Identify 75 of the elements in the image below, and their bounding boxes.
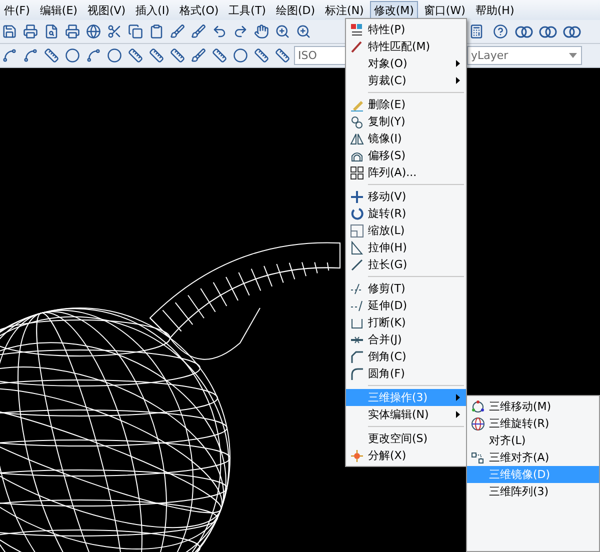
menu-item[interactable]: 复制(Y) [346, 113, 466, 130]
menu-item[interactable]: 打断(K) [346, 314, 466, 331]
circle-icon[interactable] [63, 46, 81, 64]
move-3d-icon [471, 400, 485, 414]
ruler-icon[interactable] [210, 46, 228, 64]
copy-icon[interactable] [126, 22, 144, 40]
menu-item[interactable]: 对象(O) [346, 55, 466, 72]
menu-item[interactable]: 圆角(F) [346, 365, 466, 382]
caret-icon [569, 53, 577, 58]
circle-icon[interactable] [231, 46, 249, 64]
stretch-icon [350, 240, 364, 254]
menu-bar-item[interactable]: 修改(M) [370, 0, 418, 20]
menu-item[interactable]: 拉长(G) [346, 256, 466, 273]
menu-item[interactable]: 实体编辑(N) [346, 406, 466, 423]
menu-item[interactable]: 对齐(L) [467, 432, 599, 449]
menu-item[interactable]: 延伸(D) [346, 297, 466, 314]
menu-item[interactable]: 特性(P) [346, 21, 466, 38]
menu-item[interactable]: 修剪(T) [346, 280, 466, 297]
menu-bar-item[interactable]: 工具(T) [224, 0, 270, 20]
properties-icon [350, 22, 364, 36]
scale-icon [350, 224, 364, 238]
rotate-icon [350, 206, 364, 220]
menu-bar-item[interactable]: 标注(N) [321, 0, 368, 20]
style-dropdown[interactable]: ISO [294, 46, 345, 65]
rotate-3d-icon [471, 416, 485, 430]
ruler-icon[interactable] [252, 46, 270, 64]
menu-item[interactable]: 缩放(L) [346, 222, 466, 239]
mirror-icon [350, 132, 364, 146]
ruler-icon[interactable] [126, 46, 144, 64]
menu-item[interactable]: 镜像(I) [346, 130, 466, 147]
extend-icon [350, 298, 364, 312]
help-icon[interactable] [491, 22, 509, 40]
menu-bar-item[interactable]: 格式(O) [175, 0, 223, 20]
move-arrows-icon [350, 190, 364, 204]
menu-item[interactable]: 倒角(C) [346, 348, 466, 365]
ruler-icon[interactable] [42, 46, 60, 64]
globe-icon[interactable] [84, 22, 102, 40]
menu-item[interactable]: 特性匹配(M) [346, 38, 466, 55]
ruler-icon[interactable] [147, 46, 165, 64]
menu-bar-item[interactable]: 窗口(W) [420, 0, 470, 20]
menu-bar-item[interactable]: 绘图(D) [272, 0, 320, 20]
menu-item[interactable]: 三维对齐(A) [467, 449, 599, 466]
menu-bar-item[interactable]: 插入(I) [132, 0, 174, 20]
cut-icon[interactable] [105, 22, 123, 40]
menu-item[interactable]: 三维阵列(3) [467, 483, 599, 500]
menu-item[interactable]: 偏移(S) [346, 147, 466, 164]
menu-item[interactable]: 移动(V) [346, 188, 466, 205]
menu-bar-item[interactable]: 视图(V) [83, 0, 130, 20]
menu-item[interactable]: 更改空间(S) [346, 430, 466, 447]
align-3d-icon [471, 450, 485, 464]
menu-item[interactable]: 三维旋转(R) [467, 415, 599, 432]
copy-circles-icon [350, 114, 364, 128]
menu-bar-item[interactable]: 帮助(H) [471, 0, 518, 20]
menu-item[interactable]: 三维移动(M) [467, 398, 599, 415]
menu-item[interactable]: 合并(J) [346, 331, 466, 348]
pan-icon[interactable] [252, 22, 270, 40]
menu-item[interactable]: 旋转(R) [346, 205, 466, 222]
trim-icon [350, 282, 364, 296]
menu-item[interactable]: 剪裁(C) [346, 72, 466, 89]
circle-icon[interactable] [105, 46, 123, 64]
layer-dropdown[interactable]: yLayer [467, 46, 582, 65]
chamfer-icon [350, 350, 364, 364]
fillet-icon [350, 366, 364, 380]
grid-icon [350, 166, 364, 180]
menu-item[interactable]: 分解(X) [346, 447, 466, 464]
explode-icon [350, 448, 364, 462]
menu-bar-item[interactable]: 件(F) [0, 0, 34, 20]
line-icon [350, 258, 364, 272]
menu-item[interactable]: 阵列(A)... [346, 164, 466, 181]
menu-item[interactable]: 拉伸(H) [346, 239, 466, 256]
printer-icon[interactable] [21, 22, 39, 40]
ruler-icon[interactable] [273, 46, 291, 64]
menu-bar-item[interactable]: 编辑(E) [36, 0, 82, 20]
ruler-icon[interactable] [168, 46, 186, 64]
menu-item[interactable]: 删除(E) [346, 96, 466, 113]
